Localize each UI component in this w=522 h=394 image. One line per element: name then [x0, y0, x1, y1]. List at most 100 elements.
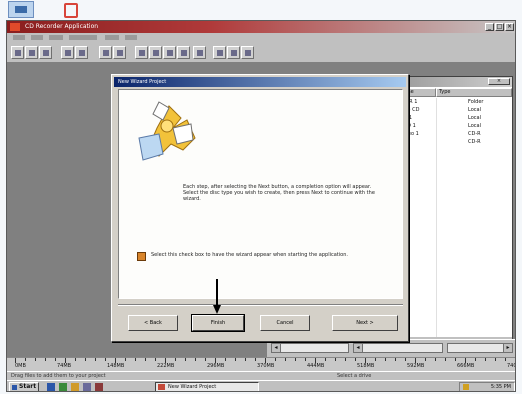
ruler-tick: [235, 358, 236, 361]
quicklaunch-desktop-icon[interactable]: [59, 383, 67, 391]
ruler-label: 296MB: [207, 363, 225, 369]
ruler-tick: [225, 358, 226, 361]
explorer-rows: CD-R 1Folder MP3 CDLocal CD 1Local DVD 1…: [396, 98, 512, 146]
list-item[interactable]: MP3 CD Local: [396, 106, 512, 114]
list-item[interactable]: Video 1 CD-R: [396, 130, 512, 138]
next-button[interactable]: Next >: [332, 315, 398, 331]
scroll-right-icon[interactable]: ▸: [503, 344, 512, 352]
ruler-tick: [185, 358, 186, 361]
ruler-tick: [55, 358, 56, 361]
minimize-button[interactable]: _: [485, 23, 494, 31]
ruler-tick: [25, 358, 26, 361]
delete-icon[interactable]: [113, 46, 126, 59]
item-type: CD-R: [468, 131, 481, 137]
startup-checkbox[interactable]: [137, 252, 146, 261]
item-type: Local: [468, 123, 481, 129]
mid-hscrollbar[interactable]: ◂: [353, 343, 443, 353]
menu-bar: [7, 33, 515, 43]
ruler-tick: [385, 358, 386, 361]
desktop-app-icon[interactable]: [8, 1, 34, 18]
left-hscrollbar[interactable]: ◂: [271, 343, 349, 353]
quicklaunch-mail-icon[interactable]: [83, 383, 91, 391]
wizard-dialog: New Wizard Project Each step, after sele…: [111, 74, 409, 342]
taskbar: Start New Wizard Project 5:35 PM: [7, 380, 515, 391]
ruler-label: 148MB: [107, 363, 125, 369]
ruler-tick: [485, 358, 486, 361]
start-button[interactable]: Start: [9, 382, 39, 391]
wizard-icon[interactable]: [227, 46, 240, 59]
open-icon[interactable]: [25, 46, 38, 59]
quicklaunch-ie-icon[interactable]: [47, 383, 55, 391]
copy-icon[interactable]: [75, 46, 88, 59]
explorer-window-controls[interactable]: ×: [488, 78, 510, 85]
ruler-tick: [285, 358, 286, 361]
help-icon[interactable]: [241, 46, 254, 59]
item-type: Folder: [468, 99, 484, 105]
save-icon[interactable]: [39, 46, 52, 59]
menu-help[interactable]: [125, 35, 137, 40]
eject-icon[interactable]: [177, 46, 190, 59]
list-item[interactable]: CD 1Local: [396, 114, 512, 122]
menu-edit[interactable]: [31, 35, 43, 40]
dialog-title: New Wizard Project: [118, 79, 167, 85]
ruler-tick: [105, 358, 106, 361]
item-type: Local: [468, 107, 481, 113]
ruler-tick: [275, 358, 276, 361]
recycle-bin-icon[interactable]: [64, 3, 78, 18]
startup-checkbox-label: Select this check box to have the wizard…: [151, 252, 348, 258]
list-item[interactable]: DVD 1Local: [396, 122, 512, 130]
screen: CD Recorder Application _ □ × × Type 1 F…: [6, 20, 516, 392]
ruler-tick: [475, 358, 476, 361]
menu-disc[interactable]: [69, 35, 97, 40]
explorer-title-bar: ×: [396, 77, 512, 87]
paste-icon[interactable]: [99, 46, 112, 59]
ruler-tick: [195, 358, 196, 361]
column-header-type[interactable]: Type: [436, 88, 512, 97]
taskbar-window-button[interactable]: New Wizard Project: [155, 382, 259, 391]
wizard-intro-text: Each step, after selecting the Next butt…: [183, 184, 375, 202]
scroll-left-icon[interactable]: ◂: [354, 344, 363, 352]
ruler-tick: [335, 358, 336, 361]
ruler-label: 518MB: [357, 363, 375, 369]
ruler-tick: [305, 358, 306, 361]
ruler-label: 0MB: [15, 363, 26, 369]
ruler-tick: [505, 358, 506, 361]
back-button[interactable]: < Back: [128, 315, 178, 331]
finish-button[interactable]: Finish: [191, 314, 245, 332]
menu-tools[interactable]: [105, 35, 119, 40]
ruler-tick: [405, 358, 406, 361]
refresh-icon[interactable]: [193, 46, 206, 59]
right-hscrollbar[interactable]: ▸: [447, 343, 513, 353]
item-type: Local: [468, 115, 481, 121]
layout-icon[interactable]: [213, 46, 226, 59]
app-logo-icon: [10, 23, 20, 31]
ruler-label: 370MB: [257, 363, 275, 369]
quicklaunch-media-icon[interactable]: [95, 383, 103, 391]
ruler-tick: [135, 358, 136, 361]
cancel-button[interactable]: Cancel: [260, 315, 310, 331]
close-button[interactable]: ×: [505, 23, 514, 31]
ruler-tick: [345, 358, 346, 361]
properties-icon[interactable]: [135, 46, 148, 59]
new-icon[interactable]: [11, 46, 24, 59]
erase-icon[interactable]: [163, 46, 176, 59]
ruler-tick: [435, 358, 436, 361]
toolbar: [7, 43, 515, 63]
ruler-tick: [125, 358, 126, 361]
ruler-tick: [245, 358, 246, 361]
wizard-graphic-icon: [138, 101, 196, 161]
menu-file[interactable]: [13, 35, 25, 40]
system-clock: 5:35 PM: [459, 382, 515, 391]
quicklaunch-folder-icon[interactable]: [71, 383, 79, 391]
list-item[interactable]: CD-R 1Folder: [396, 98, 512, 106]
scroll-left-icon[interactable]: ◂: [272, 344, 281, 352]
ruler-tick: [35, 358, 36, 361]
cut-icon[interactable]: [61, 46, 74, 59]
menu-view[interactable]: [49, 35, 63, 40]
ruler-label: 222MB: [157, 363, 175, 369]
ruler-tick: [45, 358, 46, 361]
app-title: CD Recorder Application: [25, 23, 99, 30]
maximize-button[interactable]: □: [495, 23, 504, 31]
list-item[interactable]: D:CD-R: [396, 138, 512, 146]
burn-icon[interactable]: [149, 46, 162, 59]
